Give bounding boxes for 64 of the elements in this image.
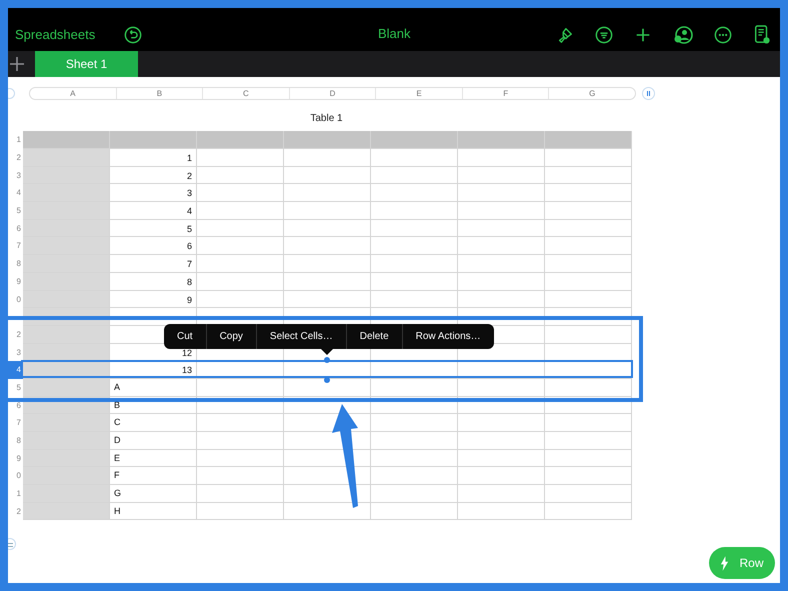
row-number[interactable]: 8 (8, 255, 23, 273)
menu-item[interactable]: Delete (346, 324, 402, 350)
table-cell: 5 (110, 220, 197, 238)
table-cell: 4 (110, 202, 197, 220)
column-handle-icon[interactable] (642, 86, 655, 100)
add-person-icon[interactable] (673, 24, 693, 44)
row-button[interactable]: Row (709, 547, 775, 579)
row-number[interactable]: 9 (8, 272, 23, 290)
row-number[interactable]: 0 (8, 467, 23, 486)
row-number[interactable]: 7 (8, 414, 23, 432)
row-number[interactable]: 7 (8, 237, 23, 256)
table-cell: E (110, 450, 197, 468)
row-number[interactable]: 0 (8, 290, 23, 308)
document-icon[interactable] (753, 24, 771, 46)
menu-item[interactable]: Select Cells… (256, 324, 346, 350)
table-cell: C (110, 414, 197, 432)
column-letter[interactable]: A (30, 88, 116, 98)
list-circle-icon[interactable] (595, 26, 613, 44)
menu-item[interactable]: Row Actions… (402, 324, 494, 350)
row-number[interactable]: 3 (8, 344, 23, 362)
table-cell: 6 (110, 237, 197, 256)
table-cell: 3 (110, 184, 197, 202)
menu-item[interactable]: Copy (206, 324, 256, 350)
column-letter[interactable]: E (375, 88, 462, 98)
row-number[interactable]: 9 (8, 450, 23, 468)
lightning-icon (720, 556, 730, 570)
table-cell: 9 (110, 290, 197, 308)
row-number[interactable]: 4 (8, 184, 23, 202)
column-letter[interactable]: D (288, 88, 376, 98)
more-icon[interactable] (714, 26, 732, 44)
document-title: Blank (378, 26, 411, 41)
row-number[interactable]: 1 (8, 131, 23, 149)
add-sheet-icon[interactable] (10, 57, 24, 71)
row-number[interactable]: 8 (8, 432, 23, 450)
table-cell: F (110, 467, 197, 486)
undo-icon[interactable] (124, 26, 142, 44)
row-number[interactable]: 6 (8, 396, 23, 414)
row-number[interactable]: 2 (8, 502, 23, 520)
row-number[interactable]: 1 (8, 485, 23, 503)
row-number[interactable]: 3 (8, 166, 23, 184)
table-cell: 7 (110, 255, 197, 273)
table-cell: B (110, 396, 197, 414)
table-cell: A (110, 378, 197, 397)
add-icon[interactable] (634, 26, 652, 44)
column-letter[interactable]: G (548, 88, 636, 98)
column-letter[interactable]: B (116, 88, 202, 98)
column-letter[interactable]: C (202, 88, 289, 98)
table-cell: G (110, 485, 197, 503)
table-title: Table 1 (309, 113, 344, 126)
table-cell: 13 (110, 361, 197, 379)
row-number[interactable]: 5 (8, 378, 23, 397)
column-letter[interactable]: F (462, 88, 548, 98)
row-number[interactable]: 5 (8, 202, 23, 220)
row-number[interactable]: 6 (8, 220, 23, 238)
row-number[interactable]: 2 (8, 149, 23, 167)
table-cell: 1 (110, 149, 197, 167)
table-cell: 8 (110, 272, 197, 290)
back-link[interactable]: Spreadsheets (15, 27, 96, 42)
row-number[interactable]: 2 (8, 326, 23, 344)
table-cell: D (110, 432, 197, 450)
paintbrush-icon[interactable] (556, 26, 574, 44)
sheet-tab[interactable]: Sheet 1 (35, 51, 138, 77)
table-cell: 2 (110, 166, 197, 184)
table-cell: H (110, 502, 197, 520)
